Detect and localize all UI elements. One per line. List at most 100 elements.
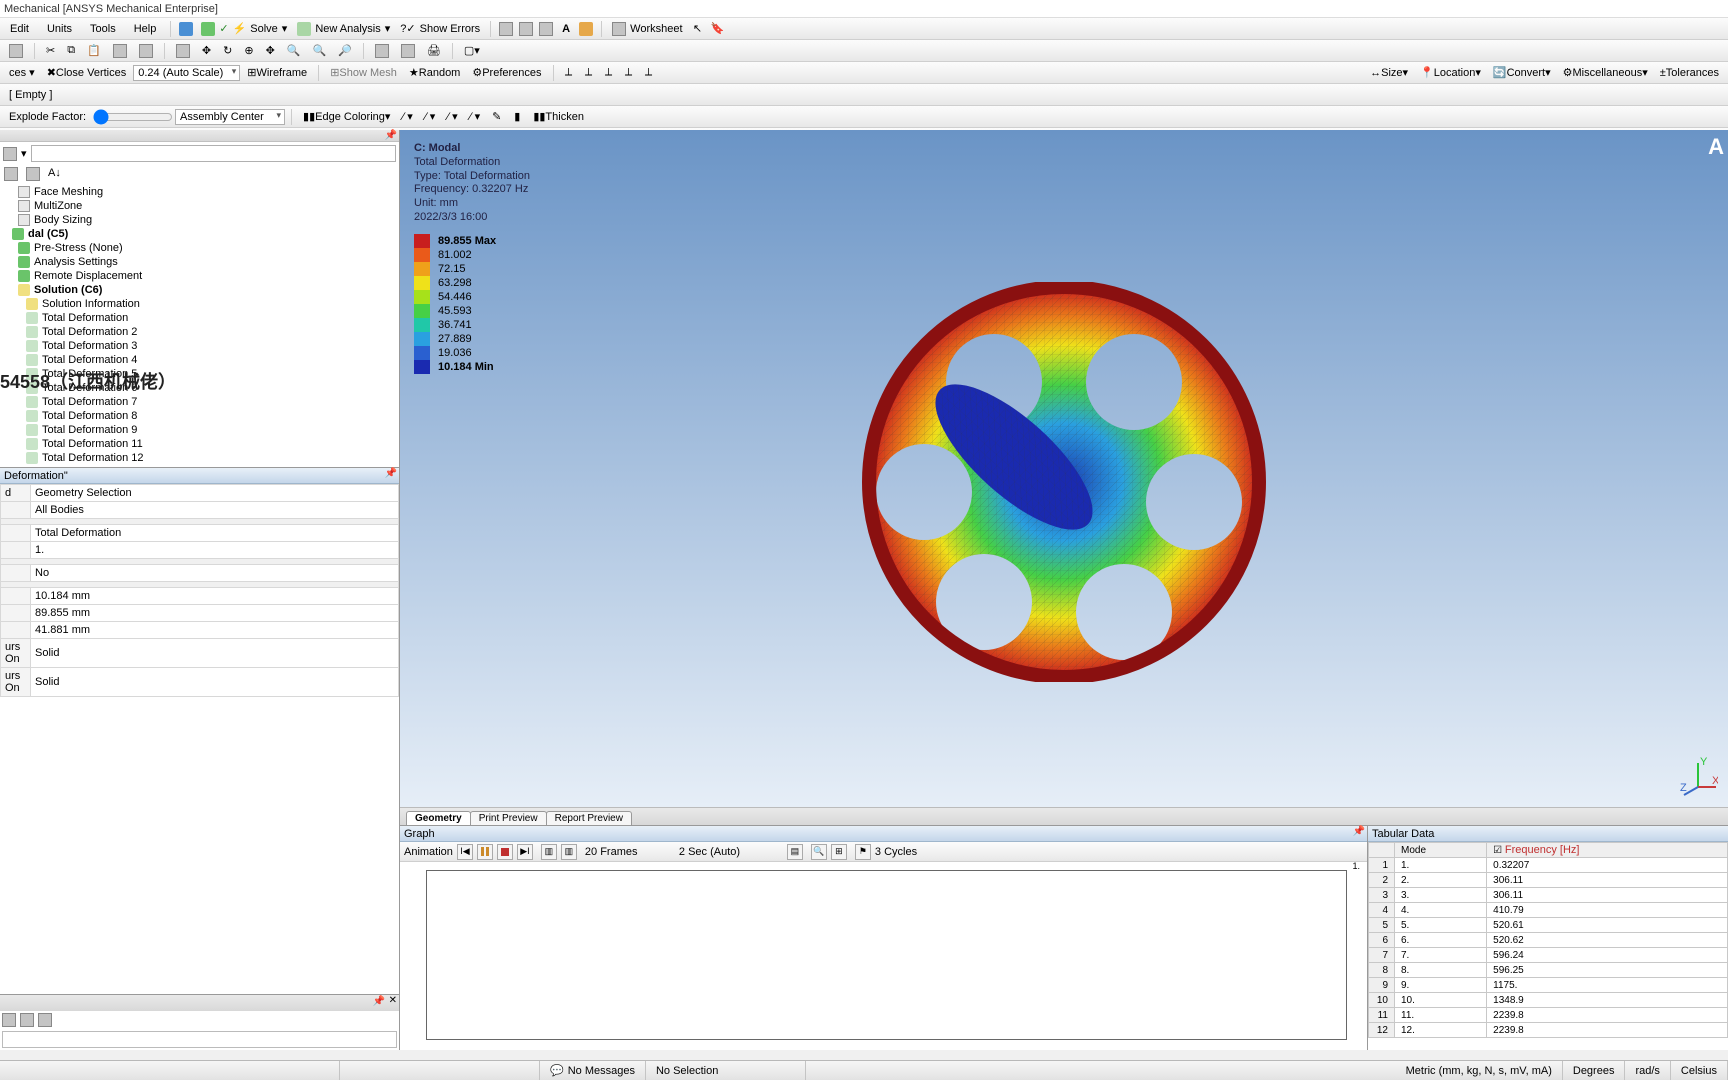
msg-tb-2[interactable] [20, 1013, 34, 1027]
tb-icon-3[interactable] [537, 20, 555, 38]
tree-td11[interactable]: Total Deformation 11 [0, 437, 399, 451]
align-5[interactable]: ⟂ [640, 64, 658, 82]
tb1-fit[interactable]: 🔍 [282, 42, 306, 60]
random-button[interactable]: ★ Random [404, 64, 465, 82]
anim-loop-1[interactable]: ▥ [541, 844, 557, 860]
table-row[interactable]: 33.306.11 [1369, 888, 1728, 903]
worksheet-button[interactable]: Worksheet [608, 20, 686, 38]
tree-solution[interactable]: Solution (C6) [0, 283, 399, 297]
tree-td8[interactable]: Total Deformation 8 [0, 409, 399, 423]
align-4[interactable]: ⟂ [620, 64, 638, 82]
tb1-view-2[interactable] [396, 42, 420, 60]
tabular-table[interactable]: Mode ☑ Frequency [Hz] 11.0.3220722.306.1… [1368, 842, 1728, 1050]
tb1-btn-5[interactable] [108, 42, 132, 60]
status-celsius[interactable]: Celsius [1671, 1061, 1728, 1080]
msg-tb-1[interactable] [2, 1013, 16, 1027]
tree-prestress[interactable]: Pre-Stress (None) [0, 241, 399, 255]
show-errors-button[interactable]: ?✓Show Errors [396, 20, 484, 37]
tree-solinfo[interactable]: Solution Information [0, 297, 399, 311]
explode-slider[interactable] [93, 109, 173, 125]
status-degrees[interactable]: Degrees [1563, 1061, 1626, 1080]
details-mode[interactable]: 1. [31, 542, 399, 559]
align-2[interactable]: ⟂ [580, 64, 598, 82]
align-1[interactable]: ⟂ [560, 64, 578, 82]
status-units[interactable]: Metric (mm, kg, N, s, mV, mA) [1396, 1061, 1563, 1080]
tb1-zoom2[interactable]: 🔎 [333, 42, 357, 60]
time-dropdown[interactable]: 2 Sec (Auto) [679, 846, 779, 858]
save-icon[interactable] [177, 20, 195, 38]
menu-help[interactable]: Help [126, 21, 165, 37]
tb1-btn-6[interactable] [134, 42, 158, 60]
triad-icon[interactable]: Y X Z [1678, 757, 1718, 797]
tag-icon[interactable]: 🔖 [709, 20, 727, 38]
anim-stop-button[interactable] [497, 844, 513, 860]
anim-pause-button[interactable] [477, 844, 493, 860]
tb1-copy[interactable]: ⧉ [62, 42, 80, 60]
graph-pin-icon[interactable]: 📌 [1353, 826, 1365, 837]
anim-flag[interactable]: ⚑ [855, 844, 871, 860]
tree-td5[interactable]: Total Deformation 5 [0, 367, 399, 381]
col-mode[interactable]: Mode [1395, 843, 1487, 858]
tab-report-preview[interactable]: Report Preview [546, 811, 632, 825]
tree-search-input[interactable] [31, 145, 396, 162]
tree-td9[interactable]: Total Deformation 9 [0, 423, 399, 437]
tb1-rotate[interactable]: ↻ [218, 42, 237, 60]
status-messages[interactable]: 💬 No Messages [540, 1061, 646, 1080]
wireframe-button[interactable]: ⊞ Wireframe [242, 64, 312, 82]
tree-td12[interactable]: Total Deformation 12 [0, 451, 399, 465]
tb-icon-2[interactable] [517, 20, 535, 38]
details-solid2[interactable]: Solid [31, 668, 399, 697]
scale-dropdown[interactable]: 0.24 (Auto Scale) [133, 65, 240, 81]
pin-icon[interactable]: 📌 [385, 130, 397, 141]
new-analysis-button[interactable]: New Analysis▾ [293, 20, 394, 38]
assembly-dropdown[interactable]: Assembly Center [175, 109, 285, 125]
tree-tb-2[interactable] [26, 167, 40, 181]
details-solid1[interactable]: Solid [31, 639, 399, 668]
location-button[interactable]: 📍 Location ▾ [1415, 64, 1486, 82]
sort-icon[interactable]: A↓ [48, 167, 61, 181]
tree-td2[interactable]: Total Deformation 2 [0, 325, 399, 339]
viewport[interactable]: C: Modal Total Deformation Type: Total D… [400, 130, 1728, 807]
tb1-pan[interactable]: ✥ [261, 42, 280, 60]
table-row[interactable]: 66.520.62 [1369, 933, 1728, 948]
tb1-print[interactable]: 🖨 [422, 42, 446, 60]
col-freq[interactable]: ☑ Frequency [Hz] [1487, 843, 1728, 858]
tree-modal[interactable]: dal (C5) [0, 227, 399, 241]
tb1-sel-1[interactable] [171, 42, 195, 60]
ec-2[interactable]: ∕ ▾ [420, 108, 440, 126]
ec-5[interactable]: ✎ [487, 108, 506, 126]
ec-1[interactable]: ∕ ▾ [397, 108, 417, 126]
tab-print-preview[interactable]: Print Preview [470, 811, 547, 825]
details-pin-icon[interactable]: 📌 [385, 468, 397, 479]
tb-icon-5[interactable] [577, 20, 595, 38]
details-no[interactable]: No [31, 565, 399, 582]
msg-pin-icon[interactable]: 📌 [373, 996, 385, 1007]
tree-face-meshing[interactable]: Face Meshing [0, 185, 399, 199]
tb1-view-1[interactable] [370, 42, 394, 60]
table-row[interactable]: 99.1175. [1369, 978, 1728, 993]
menu-edit[interactable]: Edit [2, 21, 37, 37]
tb1-zoom[interactable]: ⊕ [239, 42, 258, 60]
anim-grid[interactable]: ⊞ [831, 844, 847, 860]
tb1-sel-2[interactable]: ✥ [197, 42, 216, 60]
tb2-ces[interactable]: ces ▾ [4, 64, 40, 82]
table-row[interactable]: 1212.2239.8 [1369, 1023, 1728, 1038]
tree-tb-1[interactable] [4, 167, 18, 181]
tb1-dd-1[interactable]: ▢▾ [459, 42, 485, 60]
tree-td7[interactable]: Total Deformation 7 [0, 395, 399, 409]
table-row[interactable]: 11.0.32207 [1369, 858, 1728, 873]
msg-close-icon[interactable]: ✕ [389, 995, 397, 1006]
frames-dropdown[interactable]: 20 Frames [585, 846, 675, 858]
tree-td[interactable]: Total Deformation [0, 311, 399, 325]
details-geomsel[interactable]: Geometry Selection [31, 485, 399, 502]
ec-3[interactable]: ∕ ▾ [442, 108, 462, 126]
tree-analysis[interactable]: Analysis Settings [0, 255, 399, 269]
close-vertices-button[interactable]: ✖ Close Vertices [42, 64, 132, 82]
tb-icon-4[interactable]: A [557, 20, 575, 38]
details-type[interactable]: Total Deformation [31, 525, 399, 542]
thicken-button[interactable]: ▮▮ Thicken [528, 108, 589, 126]
table-row[interactable]: 77.596.24 [1369, 948, 1728, 963]
anim-first-button[interactable]: I◀ [457, 844, 473, 860]
msg-tb-3[interactable] [38, 1013, 52, 1027]
tb1-magnify[interactable]: 🔍 [308, 42, 332, 60]
